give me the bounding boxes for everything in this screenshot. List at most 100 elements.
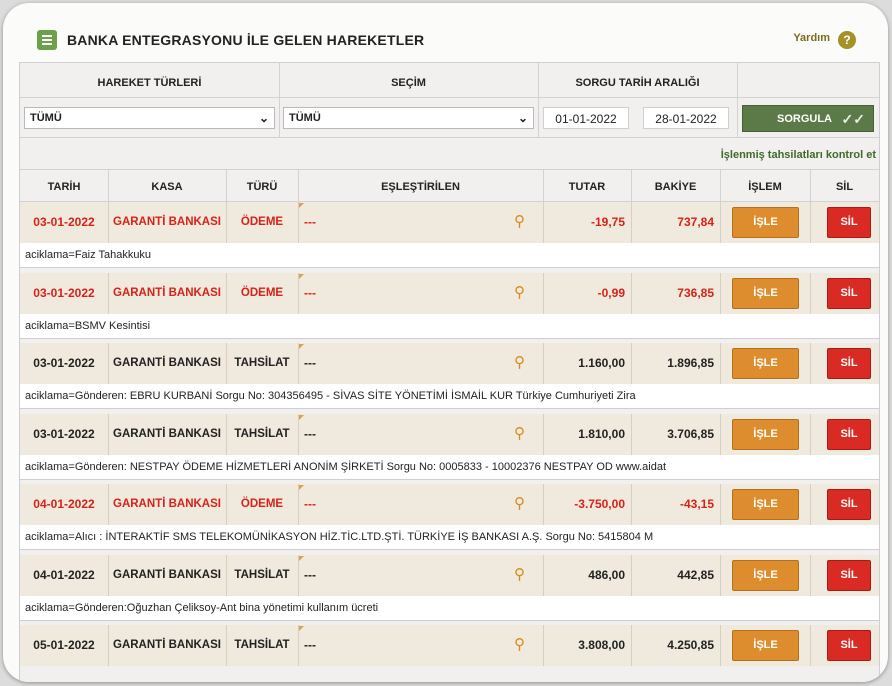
sorgula-button[interactable]: SORGULA ✓✓ — [742, 105, 874, 132]
sil-button[interactable]: SİL — [827, 559, 871, 591]
row-bakiye: 736,85 — [677, 285, 714, 300]
table-row: 05-01-2022 GARANTİ BANKASI TAHSİLAT --- ⚲ 3.8… — [20, 625, 879, 682]
search-icon[interactable]: ⚲ — [514, 637, 525, 653]
row-tutar: 1.810,00 — [578, 426, 625, 441]
row-turu: TAHSİLAT — [234, 639, 290, 651]
kontrol-link[interactable]: İşlenmiş tahsilatları kontrol et — [721, 149, 876, 161]
row-eslestirilen: --- — [304, 285, 316, 300]
list-icon — [37, 30, 57, 50]
row-tarih: 03-01-2022 — [33, 285, 95, 300]
row-main: 04-01-2022 GARANTİ BANKASI ÖDEME --- ⚲ -3.750… — [20, 484, 879, 525]
hareket-turleri-select[interactable]: TÜMÜ ⌄ — [24, 107, 275, 129]
date-from-input[interactable]: 01-01-2022 — [543, 107, 629, 129]
row-bakiye: 3.706,85 — [667, 426, 714, 441]
row-turu: TAHSİLAT — [234, 568, 290, 581]
col-turu: TÜRÜ — [246, 181, 278, 193]
col-bakiye: BAKİYE — [654, 181, 697, 193]
row-divider — [20, 408, 879, 413]
row-divider — [20, 478, 879, 484]
row-tutar: 3.808,00 — [578, 638, 625, 652]
search-icon[interactable]: ⚲ — [514, 496, 525, 512]
isle-button[interactable]: İŞLE — [732, 348, 799, 379]
row-kasa: GARANTİ BANKASI — [113, 357, 221, 369]
isle-button[interactable]: İŞLE — [732, 418, 799, 450]
row-tarih: 04-01-2022 — [33, 567, 95, 582]
row-eslestirilen: --- — [304, 638, 316, 652]
sorgula-label: SORGULA — [777, 113, 832, 125]
table-row: 03-01-2022 GARANTİ BANKASI ÖDEME --- ⚲ -19,75… — [20, 202, 879, 272]
row-kasa: GARANTİ BANKASI — [113, 639, 221, 651]
col-kasa: KASA — [151, 181, 183, 193]
filter-header-hareket: HAREKET TÜRLERİ — [97, 77, 202, 89]
page-title: BANKA ENTEGRASYONU İLE GELEN HAREKETLER — [67, 32, 425, 48]
sil-button[interactable]: SİL — [827, 489, 871, 520]
row-tarih: 03-01-2022 — [33, 426, 95, 441]
col-tarih: TARİH — [47, 181, 81, 193]
row-eslestirilen: --- — [304, 497, 316, 511]
date-to-input[interactable]: 28-01-2022 — [643, 107, 729, 129]
isle-button[interactable]: İŞLE — [732, 207, 799, 238]
row-tutar: -3.750,00 — [574, 497, 625, 511]
isle-button[interactable]: İŞLE — [732, 630, 799, 661]
row-bakiye: 442,85 — [677, 567, 714, 582]
row-divider — [20, 337, 879, 343]
row-aciklama: aciklama=Faiz Tahakkuku — [20, 243, 879, 267]
row-main: 03-01-2022 GARANTİ BANKASI TAHSİLAT --- ⚲ 1.8… — [20, 413, 879, 455]
row-turu: ÖDEME — [240, 286, 284, 299]
secim-select[interactable]: TÜMÜ ⌄ — [283, 107, 534, 129]
question-icon[interactable]: ? — [838, 31, 856, 49]
double-check-icon: ✓✓ — [841, 111, 865, 127]
row-divider — [20, 549, 879, 554]
row-main: 03-01-2022 GARANTİ BANKASI ÖDEME --- ⚲ -0,99 7… — [20, 272, 879, 314]
row-tutar: -0,99 — [597, 285, 625, 300]
row-bakiye: 1.896,85 — [667, 356, 714, 370]
help-link[interactable]: Yardım — [793, 32, 830, 44]
row-divider — [20, 267, 879, 272]
row-tutar: 486,00 — [588, 567, 625, 582]
row-tutar: 1.160,00 — [578, 356, 625, 370]
isle-button[interactable]: İŞLE — [732, 489, 799, 520]
search-icon[interactable]: ⚲ — [514, 355, 525, 371]
row-main: 05-01-2022 GARANTİ BANKASI TAHSİLAT --- ⚲ 3.8… — [20, 625, 879, 666]
transactions-box: HAREKET TÜRLERİ SEÇİM SORGU TARİH ARALIĞ… — [19, 62, 880, 682]
row-tarih: 05-01-2022 — [33, 638, 95, 652]
sil-button[interactable]: SİL — [827, 348, 871, 379]
row-main: 03-01-2022 GARANTİ BANKASI ÖDEME --- ⚲ -19,75… — [20, 202, 879, 243]
row-turu: ÖDEME — [240, 216, 284, 228]
row-turu: ÖDEME — [240, 498, 284, 510]
row-bakiye: 4.250,85 — [667, 638, 714, 652]
row-kasa: GARANTİ BANKASI — [113, 498, 221, 510]
isle-button[interactable]: İŞLE — [732, 559, 799, 591]
row-bakiye: -43,15 — [679, 497, 714, 511]
row-eslestirilen: --- — [304, 215, 316, 229]
row-kasa: GARANTİ BANKASI — [113, 216, 221, 228]
row-kasa: GARANTİ BANKASI — [113, 286, 221, 299]
row-bakiye: 737,84 — [677, 215, 714, 229]
hareket-turleri-value: TÜMÜ — [30, 112, 62, 124]
search-icon[interactable]: ⚲ — [514, 214, 525, 230]
sil-button[interactable]: SİL — [827, 277, 871, 309]
search-icon[interactable]: ⚲ — [514, 566, 525, 583]
chevron-down-icon: ⌄ — [258, 111, 269, 125]
row-aciklama: aciklama=BSMV Kesintisi — [20, 313, 879, 338]
table-row: 03-01-2022 GARANTİ BANKASI ÖDEME --- ⚲ -0,99 7… — [20, 272, 879, 343]
row-aciklama: aciklama=Alıcı : İNTERAKTİF SMS TELEKOMÜ… — [20, 525, 879, 549]
sil-button[interactable]: SİL — [827, 207, 871, 238]
row-turu: TAHSİLAT — [234, 357, 290, 369]
row-tarih: 03-01-2022 — [33, 215, 95, 229]
filter-header-tarih: SORGU TARİH ARALIĞI — [575, 77, 700, 89]
row-turu: TAHSİLAT — [234, 427, 290, 440]
row-aciklama: aciklama=Gönderen:Oğuzhan Çeliksoy-Ant b… — [20, 595, 879, 620]
isle-button[interactable]: İŞLE — [732, 277, 799, 309]
sil-button[interactable]: SİL — [827, 630, 871, 661]
row-eslestirilen: --- — [304, 356, 316, 370]
row-eslestirilen: --- — [304, 426, 316, 441]
row-aciklama: aciklama=Gönderen: NESTPAY ÖDEME HİZMETL… — [20, 454, 879, 479]
table-row: 03-01-2022 GARANTİ BANKASI TAHSİLAT --- ⚲ 1.1… — [20, 343, 879, 413]
sil-button[interactable]: SİL — [827, 418, 871, 450]
table-row: 04-01-2022 GARANTİ BANKASI TAHSİLAT --- ⚲ 486… — [20, 554, 879, 625]
table-row: 04-01-2022 GARANTİ BANKASI ÖDEME --- ⚲ -3.750… — [20, 484, 879, 554]
search-icon[interactable]: ⚲ — [514, 425, 525, 442]
col-sil: SİL — [835, 181, 854, 193]
search-icon[interactable]: ⚲ — [514, 284, 525, 301]
